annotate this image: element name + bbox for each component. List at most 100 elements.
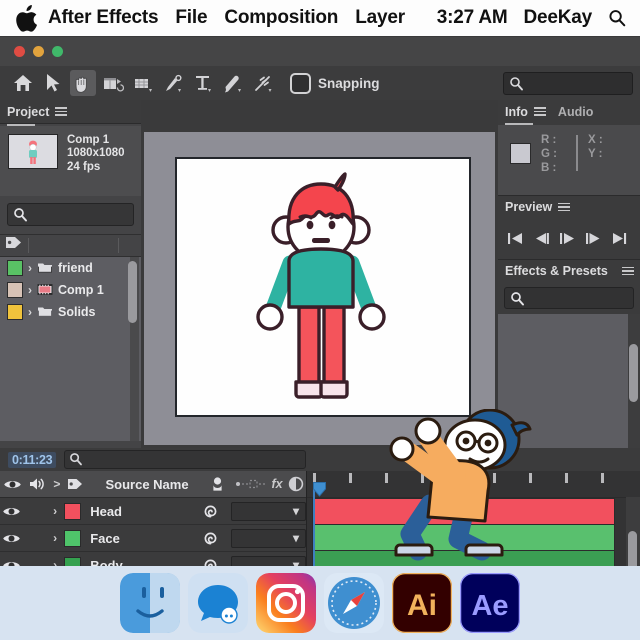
apple-logo-icon[interactable] [14, 5, 38, 32]
play-button[interactable] [558, 231, 577, 246]
home-icon[interactable] [10, 70, 36, 96]
timeline-search-input[interactable] [64, 450, 307, 469]
menu-bar-user[interactable]: DeeKay [523, 7, 592, 29]
chevron-right-icon[interactable]: › [28, 261, 32, 275]
menu-bar-clock[interactable]: 3:27 AM [437, 7, 508, 29]
expand-all-chevron-icon[interactable]: > [49, 477, 65, 491]
last-frame-button[interactable] [610, 231, 629, 246]
timeline-scrollbar-thumb[interactable] [628, 531, 637, 566]
menu-item-file[interactable]: File [175, 7, 207, 29]
rotation-camera-icon[interactable] [100, 70, 126, 96]
layer-visibility-toggle[interactable] [0, 559, 24, 566]
keyframe-nav-icon[interactable] [234, 478, 268, 490]
next-frame-button[interactable] [584, 231, 603, 246]
window-close-button[interactable] [14, 46, 25, 57]
layer-visibility-toggle[interactable] [0, 505, 24, 518]
column-header-fx[interactable]: fx [268, 477, 286, 491]
timeline-scrollbar-track[interactable] [626, 497, 640, 566]
effects-search-input[interactable] [504, 286, 634, 309]
layer-name[interactable]: Head [82, 504, 195, 519]
composition-canvas[interactable] [175, 157, 471, 417]
layer-expand-chevron-icon[interactable]: › [47, 504, 63, 518]
layer-parent-dropdown[interactable]: ▾ [230, 501, 306, 521]
spiral-icon[interactable] [195, 530, 226, 547]
aftereffects-icon[interactable]: Ae [460, 573, 520, 633]
menu-item-layer[interactable]: Layer [355, 7, 405, 29]
chevron-right-icon[interactable]: › [28, 305, 32, 319]
layer-bar-face[interactable] [312, 524, 615, 551]
spiral-icon[interactable] [195, 557, 226, 566]
layer-color-swatch[interactable] [63, 556, 82, 566]
project-scrollbar-track[interactable] [128, 256, 139, 441]
tab-audio[interactable]: Audio [558, 105, 593, 119]
search-icon[interactable] [608, 9, 626, 27]
chevron-right-icon[interactable]: › [28, 283, 32, 297]
instagram-icon[interactable] [256, 573, 316, 633]
table-row[interactable]: › Body ▾ [0, 552, 306, 566]
menu-app-name[interactable]: After Effects [48, 7, 159, 29]
timeline-ruler[interactable] [307, 471, 640, 498]
hamburger-menu-icon[interactable] [55, 107, 68, 116]
mask-icon[interactable] [286, 476, 306, 492]
item-color-swatch[interactable] [7, 303, 23, 320]
tab-project[interactable]: Project [7, 105, 49, 119]
layer-name[interactable]: Face [82, 531, 195, 546]
visibility-icon[interactable] [0, 478, 24, 491]
layer-expand-chevron-icon[interactable]: › [47, 531, 63, 545]
layer-visibility-toggle[interactable] [0, 532, 24, 545]
effects-scrollbar-thumb[interactable] [629, 343, 638, 402]
timeline-track-area[interactable] [307, 471, 640, 566]
finder-icon[interactable] [120, 573, 180, 633]
list-item[interactable]: › Solids [0, 301, 141, 323]
tab-info[interactable]: Info [505, 105, 528, 119]
toolbar-search-input[interactable] [503, 72, 633, 95]
hand-icon[interactable] [70, 70, 96, 96]
layer-color-swatch[interactable] [63, 502, 82, 520]
project-scrollbar-thumb[interactable] [128, 260, 137, 323]
project-search-input[interactable] [7, 202, 134, 226]
layer-parent-dropdown[interactable]: ▾ [230, 555, 306, 566]
parent-link-icon[interactable] [201, 476, 234, 493]
tab-preview[interactable]: Preview [505, 200, 552, 214]
menu-item-composition[interactable]: Composition [224, 7, 338, 29]
layer-bar-body[interactable] [312, 550, 615, 566]
illustrator-icon[interactable]: Ai [392, 573, 452, 633]
list-item[interactable]: › Comp 1 [0, 279, 141, 301]
effects-scrollbar-track[interactable] [628, 313, 640, 450]
layer-color-swatch[interactable] [63, 529, 82, 547]
audio-icon[interactable] [24, 477, 48, 491]
window-zoom-button[interactable] [52, 46, 63, 57]
selection-arrow-icon[interactable] [40, 70, 66, 96]
messages-icon[interactable] [188, 573, 248, 633]
table-row[interactable]: › Face ▾ [0, 525, 306, 552]
tab-effects-presets[interactable]: Effects & Presets [505, 264, 608, 278]
label-tag-icon[interactable] [5, 235, 22, 255]
clone-stamp-icon[interactable] [250, 70, 276, 96]
layer-bar-head[interactable] [312, 498, 615, 525]
item-color-swatch[interactable] [7, 259, 23, 276]
column-header-source-name[interactable]: Source Name [85, 477, 201, 492]
window-minimize-button[interactable] [33, 46, 44, 57]
timecode-display[interactable]: 0:11:23 [8, 451, 57, 468]
table-row[interactable]: › Head ▾ [0, 498, 306, 525]
first-frame-button[interactable] [506, 231, 525, 246]
project-comp-summary[interactable]: Comp 1 1080x1080 24 fps [0, 125, 141, 196]
brush-icon[interactable] [220, 70, 246, 96]
hamburger-menu-icon[interactable] [558, 202, 571, 212]
layer-name[interactable]: Body [82, 558, 195, 567]
hamburger-menu-icon[interactable] [622, 266, 634, 276]
previous-frame-button[interactable] [532, 231, 551, 246]
composition-stage[interactable] [144, 132, 495, 445]
hamburger-menu-icon[interactable] [533, 107, 546, 116]
spiral-icon[interactable] [195, 503, 226, 520]
list-item[interactable]: › friend [0, 257, 141, 279]
safari-icon[interactable] [324, 573, 384, 633]
snapping-checkbox[interactable] [290, 72, 311, 94]
layer-parent-dropdown[interactable]: ▾ [230, 528, 306, 548]
pen-icon[interactable] [160, 70, 186, 96]
item-color-swatch[interactable] [7, 281, 23, 298]
label-tag-icon[interactable] [65, 477, 85, 491]
layer-expand-chevron-icon[interactable]: › [47, 558, 63, 566]
playhead-marker-icon[interactable] [313, 482, 326, 502]
text-icon[interactable] [190, 70, 216, 96]
